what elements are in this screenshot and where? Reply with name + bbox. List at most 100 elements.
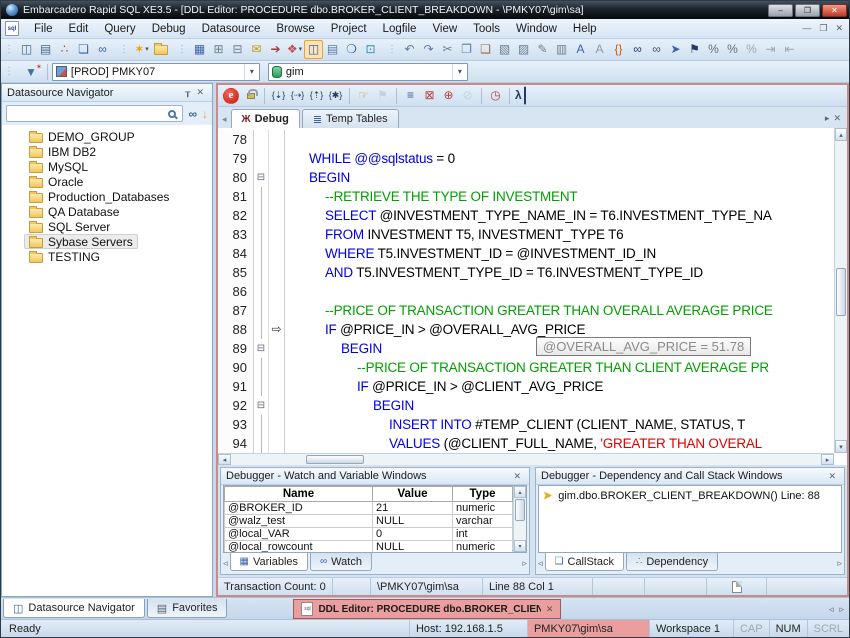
child-minimize-icon[interactable]: — (800, 23, 813, 34)
column-type[interactable]: Type (453, 487, 513, 502)
tab-temp-tables[interactable]: ≣ Temp Tables (302, 109, 399, 128)
timer-icon[interactable]: ◷ (486, 86, 505, 105)
scroll-thumb[interactable] (836, 268, 846, 316)
menu-debug[interactable]: Debug (144, 21, 194, 37)
step-over-icon[interactable]: {⇢} (288, 86, 307, 105)
tab-close-icon[interactable]: ✕ (833, 113, 841, 124)
callstack-entry[interactable]: ➤gim.dbo.BROKER_CLIENT_BREAKDOWN() Line:… (539, 486, 841, 505)
monitor-icon[interactable]: ⊡ (361, 40, 380, 59)
child-restore-icon[interactable]: ❐ (817, 23, 829, 34)
replace-case-icon[interactable]: A (590, 40, 609, 59)
code-line[interactable]: 81--RETRIEVE THE TYPE OF INVESTMENT (218, 187, 847, 206)
search-box[interactable] (6, 105, 183, 122)
window-cascade-icon[interactable]: ▤ (36, 40, 55, 59)
close-panel-icon[interactable]: ✕ (825, 471, 839, 482)
code-line[interactable]: 84WHERE T5.INVESTMENT_ID = @INVESTMENT_I… (218, 244, 847, 263)
doc-scroll-left-icon[interactable]: ◃ (826, 604, 837, 615)
fold-collapse-icon[interactable]: ⊟ (254, 168, 268, 187)
pin-icon[interactable]: ┰ (182, 87, 193, 98)
doc-scroll-right-icon[interactable]: ▹ (836, 604, 847, 615)
breakpoint-hand-icon[interactable]: ☞ (354, 86, 373, 105)
no-check-icon[interactable]: % (742, 40, 761, 59)
code-line[interactable]: 78 (218, 130, 847, 149)
layers-icon[interactable]: ❏ (74, 40, 93, 59)
code-line[interactable]: 89⊟BEGIN (218, 339, 847, 358)
restore-button[interactable]: ❐ (795, 4, 820, 17)
scroll-up-icon[interactable]: ▴ (514, 486, 526, 498)
search-icon[interactable] (168, 110, 176, 118)
mail-icon[interactable]: ✉ (247, 40, 266, 59)
unlock-icon[interactable] (241, 86, 260, 105)
tab-scroll-right-icon[interactable]: ▸ (825, 113, 830, 124)
menu-tools[interactable]: Tools (465, 21, 508, 37)
horizontal-scrollbar[interactable]: ◂ ▸ (218, 453, 834, 465)
outdent-icon[interactable]: ⇤ (780, 40, 799, 59)
tab-debug[interactable]: Ж Debug (231, 109, 300, 128)
code-line[interactable]: 87--PRICE OF TRANSACTION GREATER THAN OV… (218, 301, 847, 320)
tab-scroll-right-icon[interactable]: ▹ (522, 558, 527, 569)
goto-icon[interactable]: ➤ (666, 40, 685, 59)
search-input[interactable] (7, 108, 168, 120)
menu-help[interactable]: Help (565, 21, 605, 37)
split-window-icon[interactable]: ◫ (304, 40, 323, 59)
column-value[interactable]: Value (373, 487, 453, 502)
code-line[interactable]: 93INSERT INTO #TEMP_CLIENT (CLIENT_NAME,… (218, 415, 847, 434)
filter-funnel-icon[interactable]: ▼ (25, 65, 37, 79)
cut-icon[interactable]: ✂ (438, 40, 457, 59)
tab-callstack[interactable]: ❏ CallStack (545, 553, 624, 571)
link-windows-icon[interactable]: ∞ (93, 40, 112, 59)
braces-icon[interactable]: {} (609, 40, 628, 59)
column-name[interactable]: Name (225, 487, 373, 502)
delete-breakpoints-icon[interactable]: ⊠ (420, 86, 439, 105)
run-to-cursor-icon[interactable]: {✱} (326, 86, 345, 105)
zoom-window-icon[interactable]: ❍ (342, 40, 361, 59)
find-case-icon[interactable]: A (571, 40, 590, 59)
paste-icon[interactable]: ❑ (476, 40, 495, 59)
table-scrollbar[interactable]: ▴ ▾ (513, 486, 526, 552)
code-editor[interactable]: 7879WHILE @@sqlstatus = 080⊟BEGIN81--RET… (218, 128, 847, 465)
datasource-select[interactable]: [PROD] PMKY07 ▾ (52, 63, 260, 81)
scroll-right-icon[interactable]: ▸ (821, 454, 834, 465)
undo-icon[interactable]: ↶ (400, 40, 419, 59)
code-line[interactable]: 83FROM INVESTMENT T5, INVESTMENT_TYPE T6 (218, 225, 847, 244)
tree-item-oracle[interactable]: Oracle (24, 174, 88, 189)
menu-datasource[interactable]: Datasource (194, 21, 269, 37)
menu-query[interactable]: Query (96, 21, 143, 37)
org-chart-icon[interactable]: ∴ (55, 40, 74, 59)
variable-row[interactable]: @local_rowcountNULLnumeric (225, 541, 513, 554)
scroll-thumb[interactable] (515, 499, 525, 521)
tree-item-qa-database[interactable]: QA Database (24, 204, 124, 219)
find-next-icon[interactable]: ∞ (647, 40, 666, 59)
new-file-icon[interactable]: ✶▾ (132, 40, 151, 59)
tree-item-ibm-db2[interactable]: IBM DB2 (24, 144, 101, 159)
menu-window[interactable]: Window (508, 21, 565, 37)
copy-icon[interactable]: ❐ (457, 40, 476, 59)
scroll-thumb[interactable] (306, 455, 364, 464)
panel-tab-favorites[interactable]: ▤ Favorites (147, 599, 228, 618)
menu-project[interactable]: Project (323, 21, 375, 37)
tab-watch[interactable]: ∞ Watch (310, 553, 372, 571)
dropdown-caret-icon[interactable]: ▾ (145, 40, 149, 59)
chevron-down-icon[interactable]: ▾ (244, 64, 259, 80)
breakpoint-list-icon[interactable]: ≡ (401, 86, 420, 105)
semantic-check-icon[interactable]: % (723, 40, 742, 59)
palette-icon[interactable]: ❖▾ (285, 40, 304, 59)
indent-icon[interactable]: ⇥ (761, 40, 780, 59)
menu-view[interactable]: View (424, 21, 465, 37)
window-tile-icon[interactable]: ◫ (17, 40, 36, 59)
code-line[interactable]: 91IF @PRICE_IN > @CLIENT_AVG_PRICE (218, 377, 847, 396)
tree-item-demo-group[interactable]: DEMO_GROUP (24, 129, 140, 144)
step-out-icon[interactable]: {⇡} (307, 86, 326, 105)
template-icon[interactable]: ▨ (514, 40, 533, 59)
print-icon[interactable]: ⊟ (228, 40, 247, 59)
document-close-icon[interactable]: ✕ (546, 604, 554, 615)
variable-row[interactable]: @walz_testNULLvarchar (225, 515, 513, 528)
variable-row[interactable]: @local_VAR0int (225, 528, 513, 541)
enable-breakpoints-icon[interactable]: ⊕ (439, 86, 458, 105)
document-tab-ddl-editor[interactable]: sql DDL Editor: PROCEDURE dbo.BROKER_CLI… (293, 599, 561, 619)
tab-scroll-right-icon[interactable]: ▹ (837, 558, 842, 569)
scroll-down-icon[interactable]: ▾ (514, 540, 526, 552)
variable-row[interactable]: @BROKER_ID21numeric (225, 502, 513, 515)
chevron-down-icon[interactable]: ▾ (452, 64, 467, 80)
child-close-icon[interactable]: ✕ (833, 23, 845, 34)
